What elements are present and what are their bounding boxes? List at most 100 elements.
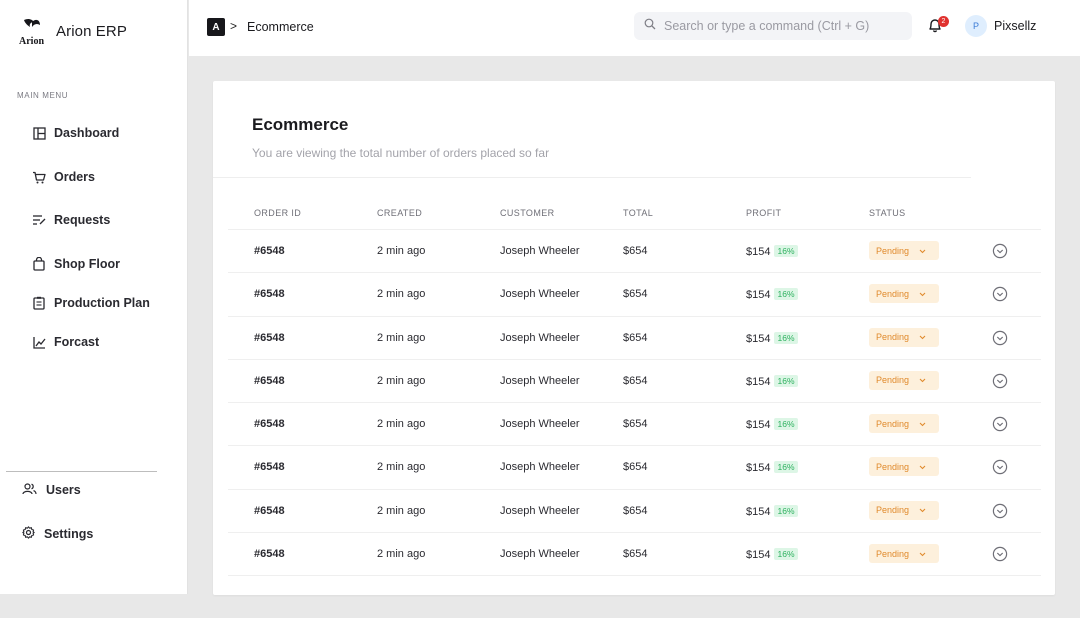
notifications-button[interactable]: 2 xyxy=(928,16,949,36)
sidebar-item-label: Shop Floor xyxy=(54,257,120,271)
table-row[interactable]: #6548 2 min ago Joseph Wheeler $654 $154… xyxy=(228,360,1041,404)
profit-amount: $154 xyxy=(746,375,771,388)
status-dropdown[interactable]: Pending xyxy=(869,327,939,347)
search-icon xyxy=(644,17,656,35)
order-id[interactable]: #6548 xyxy=(254,461,285,473)
order-id[interactable]: #6548 xyxy=(254,418,285,430)
chevron-down-icon xyxy=(919,419,926,429)
sidebar-item-forcast[interactable]: Forcast xyxy=(32,332,99,352)
chevron-circle-down-icon xyxy=(992,503,1008,518)
profit-percent-badge: 16% xyxy=(774,245,798,257)
customer-name: Joseph Wheeler xyxy=(500,331,580,344)
status-label: Pending xyxy=(876,505,910,516)
sidebar-item-dashboard[interactable]: Dashboard xyxy=(32,123,119,143)
breadcrumb-separator: > xyxy=(230,19,238,33)
order-id[interactable]: #6548 xyxy=(254,505,285,517)
expand-row-button[interactable] xyxy=(992,286,1008,302)
order-id[interactable]: #6548 xyxy=(254,332,285,344)
column-header-profit[interactable]: PROFIT xyxy=(746,208,781,218)
notification-badge: 2 xyxy=(938,16,949,27)
table-row[interactable]: #6548 2 min ago Joseph Wheeler $654 $154… xyxy=(228,273,1041,317)
user-name: Pixsellz xyxy=(994,19,1037,33)
created-time: 2 min ago xyxy=(377,245,426,257)
sidebar-item-settings[interactable]: Settings xyxy=(22,524,93,544)
sidebar-item-users[interactable]: Users xyxy=(22,480,81,500)
customer-name: Joseph Wheeler xyxy=(500,374,580,387)
status-dropdown[interactable]: Pending xyxy=(869,457,939,477)
profit-cell: $154 16% xyxy=(746,548,798,561)
sidebar-item-shop-floor[interactable]: Shop Floor xyxy=(32,254,120,274)
chevron-circle-down-icon xyxy=(992,243,1008,259)
column-header-created[interactable]: CREATED xyxy=(377,208,422,218)
column-header-total[interactable]: TOTAL xyxy=(623,208,653,218)
app-name: Arion ERP xyxy=(56,22,127,40)
customer-name: Joseph Wheeler xyxy=(500,288,580,301)
order-id[interactable]: #6548 xyxy=(254,288,285,300)
order-total: $654 xyxy=(623,504,648,517)
status-dropdown[interactable]: Pending xyxy=(869,370,939,390)
status-dropdown[interactable]: Pending xyxy=(869,544,939,564)
order-id[interactable]: #6548 xyxy=(254,375,285,387)
table-row[interactable]: #6548 2 min ago Joseph Wheeler $654 $154… xyxy=(228,446,1041,490)
status-dropdown[interactable]: Pending xyxy=(869,414,939,434)
sidebar-item-orders[interactable]: Orders xyxy=(32,167,95,187)
created-time: 2 min ago xyxy=(377,461,426,474)
column-header-customer[interactable]: CUSTOMER xyxy=(500,208,555,218)
table-row[interactable]: #6548 2 min ago Joseph Wheeler $654 $154… xyxy=(228,230,1041,274)
expand-row-button[interactable] xyxy=(992,373,1008,389)
order-id[interactable]: #6548 xyxy=(254,548,285,560)
status-label: Pending xyxy=(876,548,910,559)
order-total: $654 xyxy=(623,288,648,301)
profit-cell: $154 16% xyxy=(746,288,798,301)
customer-name: Joseph Wheeler xyxy=(500,245,580,257)
status-dropdown[interactable]: Pending xyxy=(869,284,939,304)
profit-amount: $154 xyxy=(746,462,771,475)
sidebar-item-label: Settings xyxy=(44,527,94,541)
table-row[interactable]: #6548 2 min ago Joseph Wheeler $654 $154… xyxy=(228,403,1041,447)
customer-name: Joseph Wheeler xyxy=(500,418,580,431)
profit-cell: $154 16% xyxy=(746,418,798,431)
status-label: Pending xyxy=(876,245,910,256)
customer-name: Joseph Wheeler xyxy=(500,548,580,561)
chevron-circle-down-icon xyxy=(992,416,1008,432)
created-time: 2 min ago xyxy=(377,331,426,344)
chevron-circle-down-icon xyxy=(992,546,1008,562)
avatar: P xyxy=(965,15,987,37)
chevron-circle-down-icon xyxy=(992,373,1008,389)
expand-row-button[interactable] xyxy=(992,503,1008,519)
cart-icon xyxy=(32,170,46,184)
sidebar-item-requests[interactable]: Requests xyxy=(32,210,110,230)
user-menu[interactable]: P Pixsellz xyxy=(965,15,1036,37)
column-header-status[interactable]: STATUS xyxy=(869,208,906,218)
expand-row-button[interactable] xyxy=(992,416,1008,432)
order-total: $654 xyxy=(623,418,648,431)
table-body: #6548 2 min ago Joseph Wheeler $654 $154… xyxy=(228,230,1041,577)
order-total: $654 xyxy=(623,461,648,474)
expand-row-button[interactable] xyxy=(992,330,1008,346)
brand[interactable]: Arion Arion ERP xyxy=(18,16,127,46)
breadcrumb-home-badge[interactable]: A xyxy=(207,18,225,36)
search-bar[interactable] xyxy=(634,12,912,40)
expand-row-button[interactable] xyxy=(992,243,1008,259)
order-total: $654 xyxy=(623,331,648,344)
page-subtitle: You are viewing the total number of orde… xyxy=(252,146,550,160)
column-header-order-id[interactable]: ORDER ID xyxy=(254,208,301,218)
sidebar-item-production-plan[interactable]: Production Plan xyxy=(32,293,150,313)
order-id[interactable]: #6548 xyxy=(254,245,285,257)
clipboard-icon xyxy=(32,296,46,310)
order-total: $654 xyxy=(623,245,648,257)
dashboard-icon xyxy=(32,126,46,140)
customer-name: Joseph Wheeler xyxy=(500,504,580,517)
profit-amount: $154 xyxy=(746,549,771,562)
expand-row-button[interactable] xyxy=(992,546,1008,562)
search-input[interactable] xyxy=(664,19,894,33)
chart-line-icon xyxy=(32,335,46,349)
status-dropdown[interactable]: Pending xyxy=(869,241,939,260)
table-row[interactable]: #6548 2 min ago Joseph Wheeler $654 $154… xyxy=(228,490,1041,534)
created-time: 2 min ago xyxy=(377,504,426,517)
status-dropdown[interactable]: Pending xyxy=(869,500,939,520)
profit-amount: $154 xyxy=(746,289,771,302)
table-row[interactable]: #6548 2 min ago Joseph Wheeler $654 $154… xyxy=(228,317,1041,360)
table-row[interactable]: #6548 2 min ago Joseph Wheeler $654 $154… xyxy=(228,533,1041,577)
expand-row-button[interactable] xyxy=(992,459,1008,475)
